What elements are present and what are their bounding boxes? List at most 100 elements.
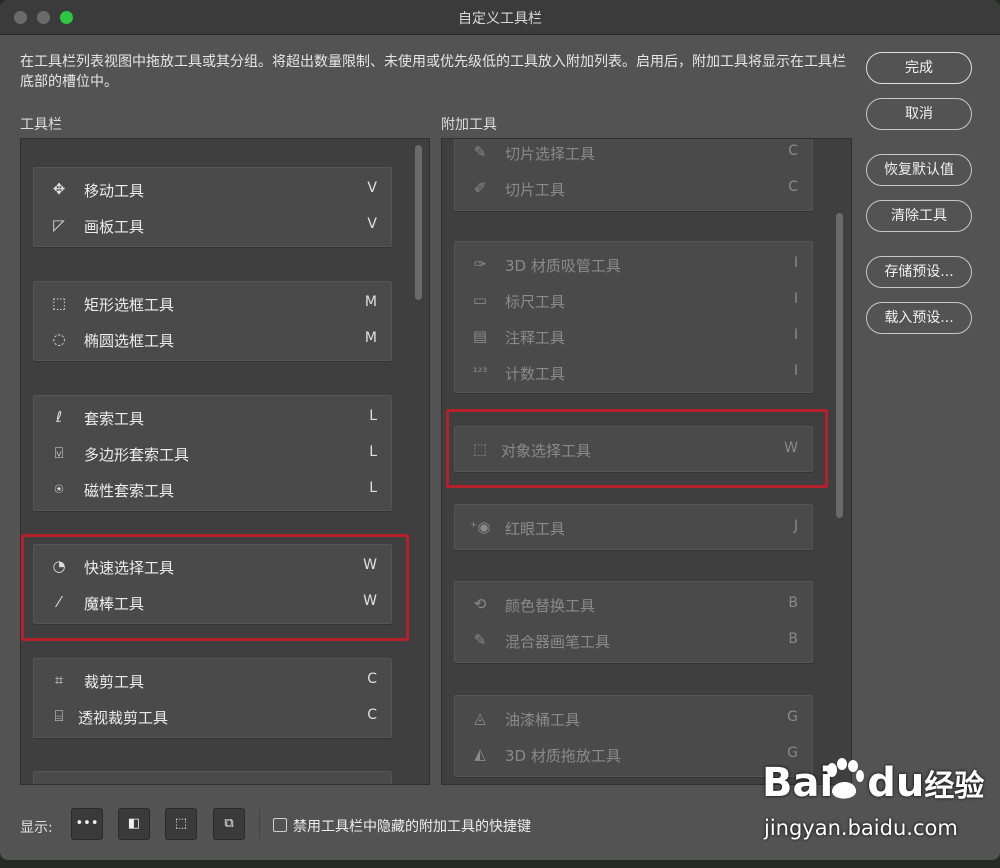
crop-icon: ⌗ (54, 671, 64, 689)
screen-mode-icon[interactable]: ⧉ (213, 808, 245, 840)
tool-group[interactable]: ℓ 套索工具 L ⍌ 多边形套索工具 L ⍟ 磁性套索工具 L (33, 395, 392, 511)
lasso-icon: ℓ (55, 408, 63, 426)
tool-row-slice[interactable]: ✐ 切片工具 C (455, 170, 812, 206)
tool-group[interactable]: ✥ 移动工具 V ◸ 画板工具 V (33, 167, 392, 247)
clear-tools-button[interactable]: 清除工具 (866, 200, 972, 232)
tool-row-rect-marquee[interactable]: ⬚ 矩形选框工具 M (34, 285, 391, 321)
tool-row-material-eyedropper[interactable]: ✑ 3D 材质吸管工具 I (455, 246, 812, 282)
title-bar: 自定义工具栏 (0, 0, 1000, 35)
tool-row-red-eye[interactable]: ⁺◉ 红眼工具 J (455, 509, 812, 545)
artboard-icon: ◸ (53, 216, 65, 234)
tool-row-lasso[interactable]: ℓ 套索工具 L (34, 399, 391, 435)
red-eye-icon: ⁺◉ (469, 518, 491, 536)
tool-row-crop[interactable]: ⌗ 裁剪工具 C (34, 662, 391, 698)
save-preset-button[interactable]: 存储预设... (866, 256, 972, 288)
tool-group[interactable]: ◬ 油漆桶工具 G ◭ 3D 材质拖放工具 G (454, 695, 813, 777)
tool-shortcut: B (788, 595, 798, 611)
tool-label: 颜色替换工具 (505, 597, 596, 615)
tool-shortcut: M (364, 294, 377, 310)
tool-label: 椭圆选框工具 (84, 332, 175, 350)
tool-row-quick-select[interactable]: ◔ 快速选择工具 W (34, 548, 391, 584)
perspective-crop-icon: ⌸ (54, 707, 64, 725)
tool-label: 切片工具 (505, 181, 566, 199)
instructions-text: 在工具栏列表视图中拖放工具或其分组。将超出数量限制、未使用或优先级低的工具放入附… (20, 54, 846, 90)
extra-tools-scrollbar[interactable] (836, 213, 843, 518)
restore-defaults-button[interactable]: 恢复默认值 (866, 154, 972, 186)
customize-toolbar-dialog: 自定义工具栏 在工具栏列表视图中拖放工具或其分组。将超出数量限制、未使用或优先级… (0, 0, 1000, 860)
footer-divider (259, 809, 260, 839)
tool-group[interactable]: ⬚ 对象选择工具 W (454, 426, 813, 472)
tool-shortcut: G (787, 709, 798, 725)
tool-shortcut: L (369, 408, 377, 424)
object-select-icon: ⬚ (472, 440, 488, 458)
tool-label: 计数工具 (505, 365, 566, 383)
tool-shortcut: L (369, 444, 377, 460)
tool-row-paint-bucket[interactable]: ◬ 油漆桶工具 G (455, 700, 812, 736)
show-label: 显示: (20, 820, 53, 836)
tool-group[interactable]: ⟲ 颜色替换工具 B ✎ 混合器画笔工具 B (454, 581, 813, 663)
tool-row-magic-wand[interactable]: ⁄ 魔棒工具 W (34, 584, 391, 620)
tool-shortcut: C (788, 179, 798, 195)
tool-row-polygon-lasso[interactable]: ⍌ 多边形套索工具 L (34, 435, 391, 471)
polygon-lasso-icon: ⍌ (54, 444, 64, 462)
tool-row-artboard[interactable]: ◸ 画板工具 V (34, 207, 391, 243)
tool-shortcut: I (793, 327, 798, 343)
tool-row-perspective-crop[interactable]: ⌸ 透视裁剪工具 C (34, 698, 391, 734)
material-drop-icon: ◭ (474, 745, 486, 763)
tool-row-material-drop[interactable]: ◭ 3D 材质拖放工具 G (455, 736, 812, 772)
tool-label: 切片选择工具 (505, 145, 596, 163)
tool-label: 注释工具 (505, 329, 566, 347)
tool-row-note[interactable]: ▤ 注释工具 I (455, 318, 812, 354)
tool-row-mixer-brush[interactable]: ✎ 混合器画笔工具 B (455, 622, 812, 658)
tool-row-object-select[interactable]: ⬚ 对象选择工具 W (455, 431, 812, 467)
tool-group[interactable]: ⌗ 裁剪工具 C ⌸ 透视裁剪工具 C (33, 658, 392, 738)
load-preset-button[interactable]: 载入预设... (866, 302, 972, 334)
tool-row-ruler[interactable]: ▭ 标尺工具 I (455, 282, 812, 318)
more-icon[interactable]: ••• (71, 808, 103, 840)
tool-row-slice-select[interactable]: ✎ 切片选择工具 C (455, 139, 812, 170)
watermark-logo-jingyan: 经验 (924, 769, 985, 804)
tool-label: 移动工具 (84, 182, 145, 200)
tool-group[interactable]: ✑ 3D 材质吸管工具 I ▭ 标尺工具 I ▤ 注释工具 I ¹²³ 计数工具… (454, 241, 813, 393)
tool-shortcut: V (367, 216, 377, 232)
tool-label: 油漆桶工具 (505, 711, 581, 729)
toolbar-list[interactable]: ✥ 移动工具 V ◸ 画板工具 V ⬚ 矩形选框工具 M ◌ 椭圆选框工具 M (20, 138, 430, 785)
tool-label: 3D 材质拖放工具 (505, 747, 621, 765)
tool-row-color-replace[interactable]: ⟲ 颜色替换工具 B (455, 586, 812, 622)
tool-label: 3D 材质吸管工具 (505, 257, 621, 275)
tool-group[interactable]: ⬚ 矩形选框工具 M ◌ 椭圆选框工具 M (33, 281, 392, 361)
magic-wand-icon: ⁄ (57, 593, 61, 611)
cancel-button[interactable]: 取消 (866, 98, 972, 130)
tool-group[interactable]: ✎ 切片选择工具 C ✐ 切片工具 C (454, 139, 813, 211)
tool-group[interactable]: ◔ 快速选择工具 W ⁄ 魔棒工具 W (33, 544, 392, 624)
toolbar-list-scrollbar[interactable] (415, 145, 422, 300)
watermark-logo-bai: Bai (762, 760, 834, 806)
disable-shortcuts-label: 禁用工具栏中隐藏的附加工具的快捷键 (293, 819, 531, 835)
color-swatch-icon[interactable]: ◧ (118, 808, 150, 840)
tool-label: 多边形套索工具 (84, 446, 190, 464)
tool-shortcut: W (363, 593, 377, 609)
tool-row-magnetic-lasso[interactable]: ⍟ 磁性套索工具 L (34, 471, 391, 507)
tool-label: 快速选择工具 (84, 559, 175, 577)
quick-select-icon: ◔ (52, 557, 66, 575)
tool-shortcut: B (788, 631, 798, 647)
tool-shortcut: I (793, 291, 798, 307)
ellipse-marquee-icon: ◌ (52, 330, 66, 348)
disable-shortcuts-checkbox[interactable] (273, 818, 287, 832)
ruler-icon: ▭ (472, 291, 488, 309)
tool-shortcut: C (367, 707, 377, 723)
quick-mask-icon[interactable]: ⬚ (165, 808, 197, 840)
tool-row-count[interactable]: ¹²³ 计数工具 I (455, 354, 812, 390)
done-button[interactable]: 完成 (866, 52, 972, 84)
mixer-brush-icon: ✎ (473, 631, 487, 649)
tool-group-partial[interactable] (33, 771, 392, 784)
tool-shortcut: W (363, 557, 377, 573)
tool-group[interactable]: ⁺◉ 红眼工具 J (454, 504, 813, 550)
extra-tools-list[interactable]: ✎ 切片选择工具 C ✐ 切片工具 C ✑ 3D 材质吸管工具 I ▭ 标尺工具… (441, 138, 852, 785)
tool-shortcut: I (793, 255, 798, 271)
tool-row-move[interactable]: ✥ 移动工具 V (34, 171, 391, 207)
tool-shortcut: M (364, 330, 377, 346)
tool-row-ellipse-marquee[interactable]: ◌ 椭圆选框工具 M (34, 321, 391, 357)
tool-label: 红眼工具 (505, 520, 566, 538)
window-title: 自定义工具栏 (458, 11, 542, 27)
